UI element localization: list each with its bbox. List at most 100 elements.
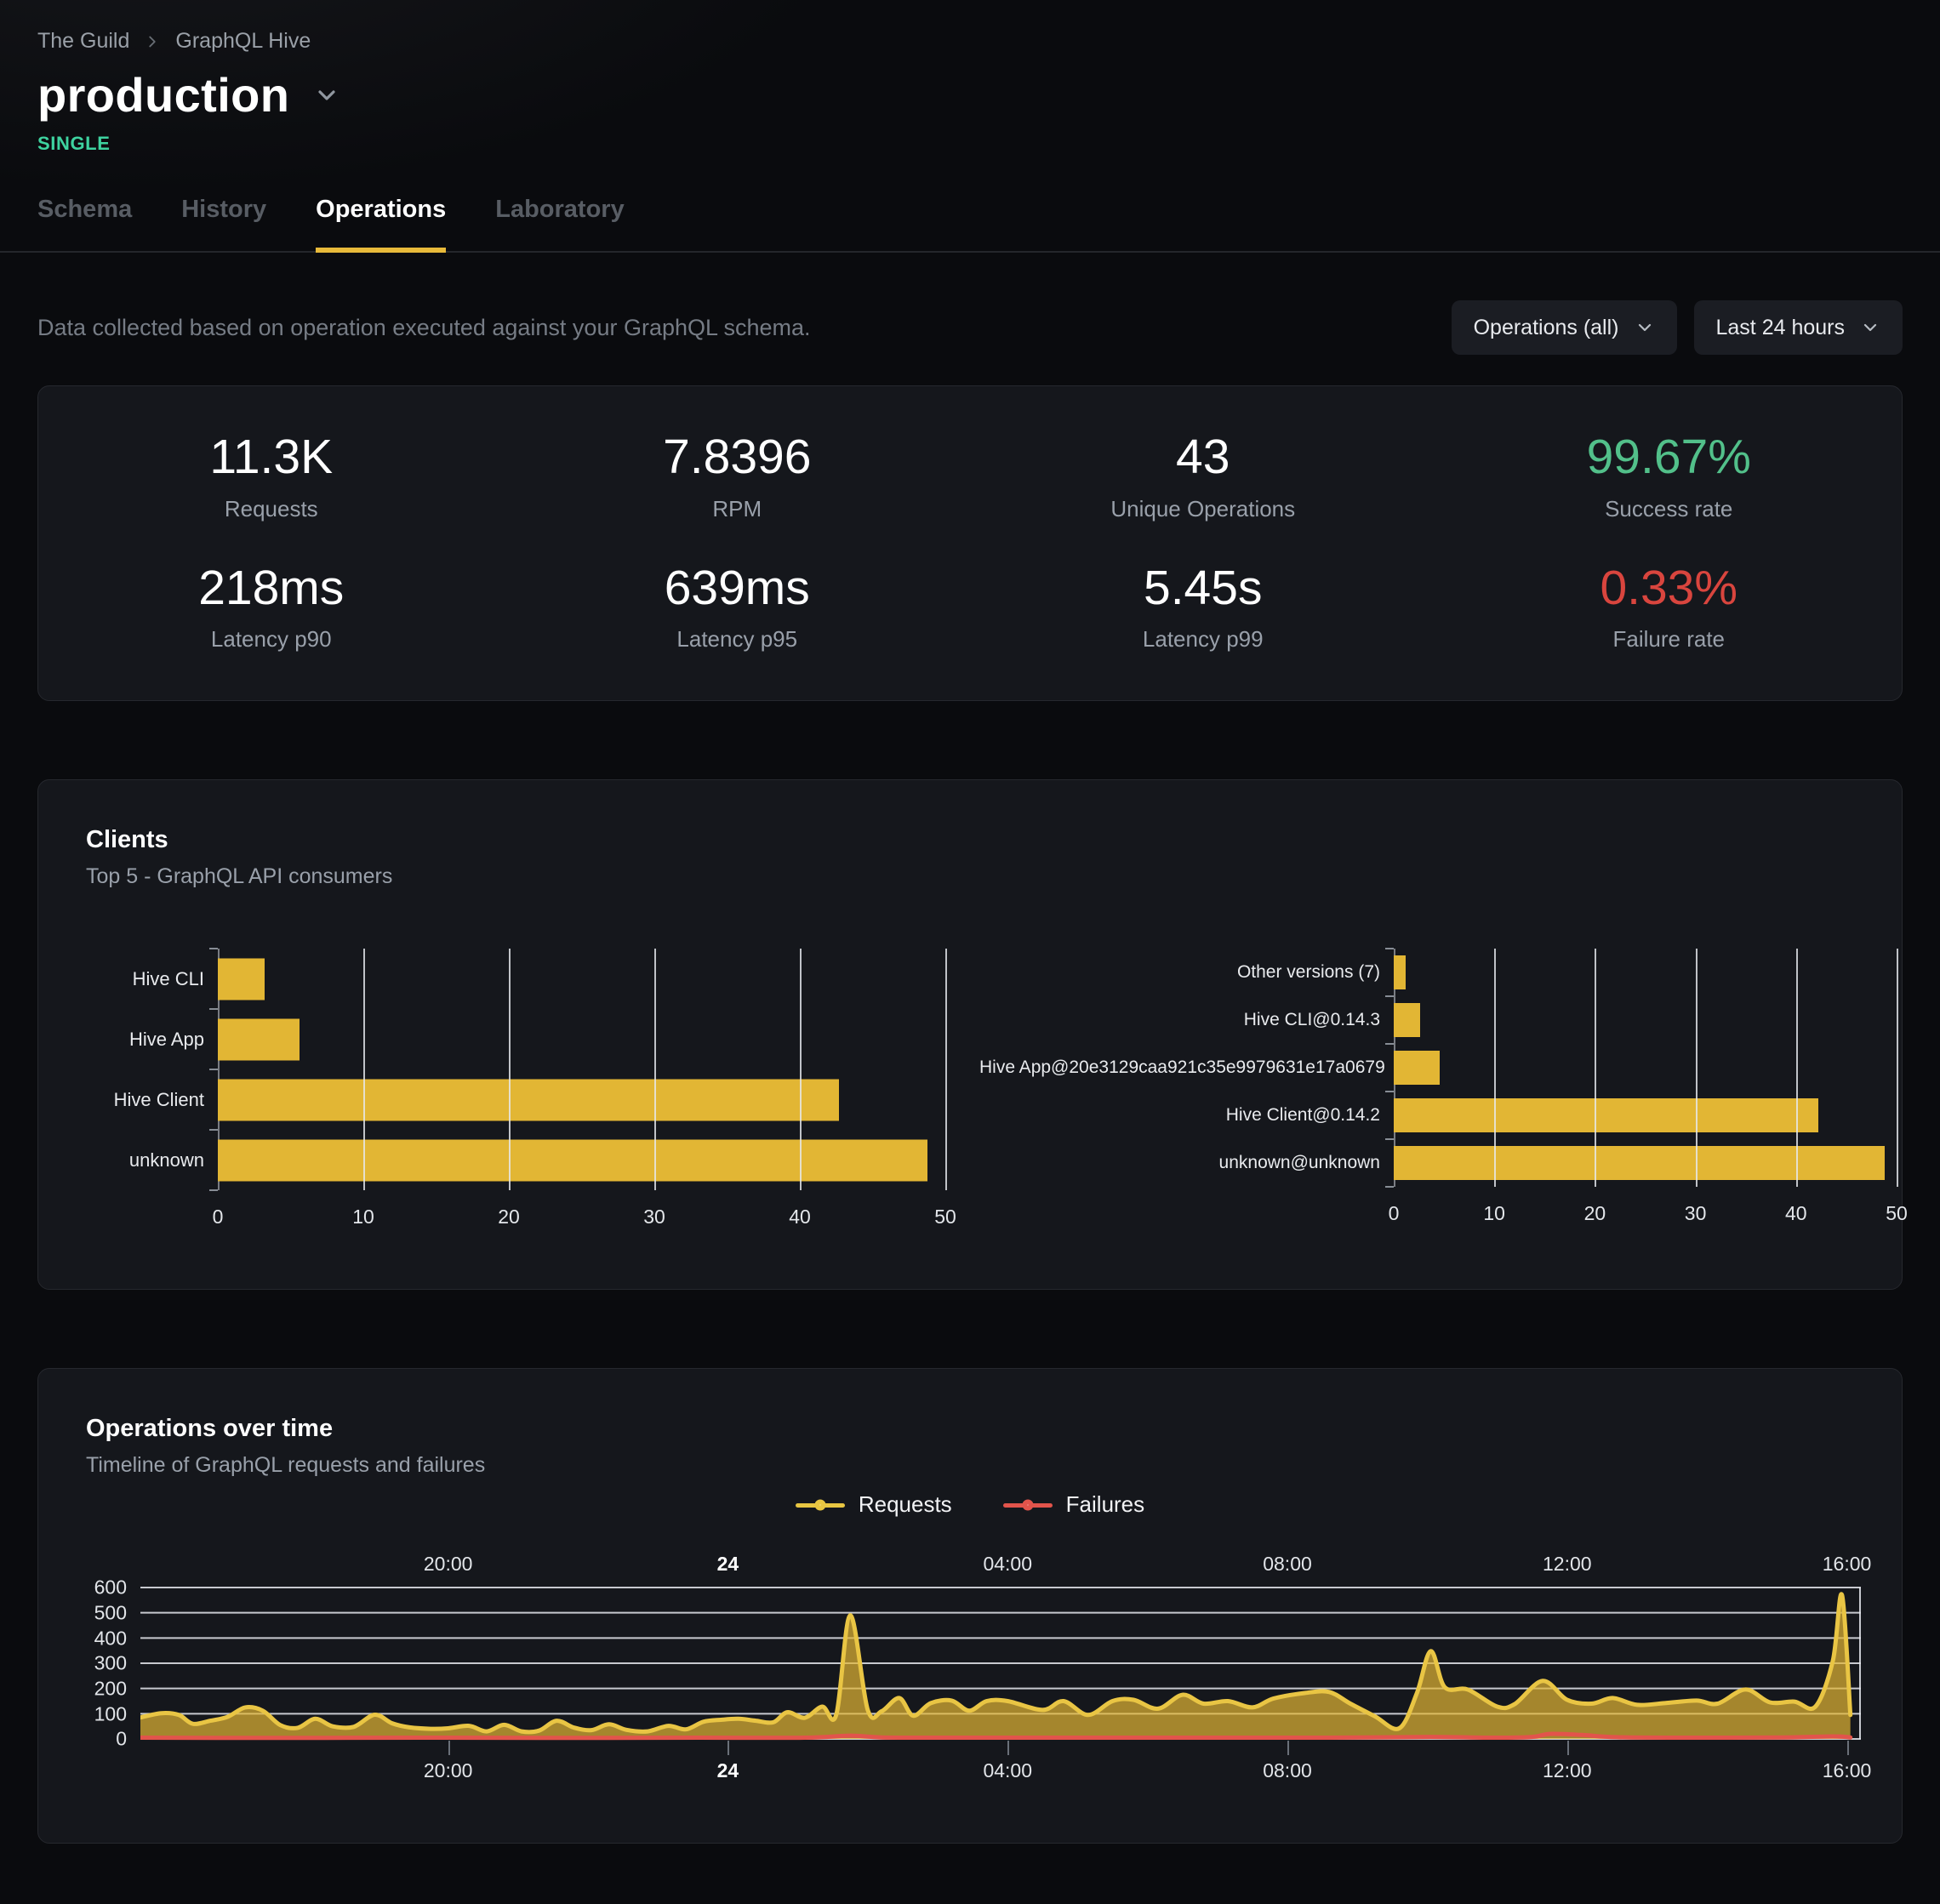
bar-x-tick-label: 20 [498, 1206, 520, 1228]
bar-x-tick-label: 0 [1389, 1202, 1400, 1225]
toolbar: Data collected based on operation execut… [37, 300, 1903, 355]
legend-marker [1003, 1493, 1053, 1517]
x-axis-tick [1007, 1741, 1009, 1755]
bar-track [218, 1069, 945, 1130]
bar[interactable] [218, 1079, 839, 1120]
time-range-filter-dropdown[interactable]: Last 24 hours [1694, 300, 1903, 355]
bar[interactable] [1394, 955, 1406, 989]
stat-value: 43 [970, 430, 1436, 484]
x-axis-bottom-labels: 20:002404:0008:0012:0016:00 [140, 1744, 1861, 1793]
filter-controls: Operations (all) Last 24 hours [1452, 300, 1903, 355]
x-axis-label: 20:00 [424, 1759, 473, 1782]
stat-value: 639ms [505, 562, 971, 615]
bar[interactable] [1394, 1098, 1818, 1132]
x-axis-tick [1847, 1741, 1849, 1755]
bar[interactable] [1394, 1146, 1885, 1180]
stat-latency-p90: 218ms Latency p90 [38, 562, 505, 653]
y-axis-labels: 0100200300400500600 [86, 1582, 140, 1744]
breadcrumb: The Guild GraphQL Hive [37, 29, 1903, 54]
chevron-down-icon [1635, 317, 1655, 338]
y-axis-label: 500 [94, 1602, 127, 1625]
stat-value: 99.67% [1436, 430, 1903, 484]
chevron-down-icon [1860, 317, 1880, 338]
bar-row: Hive App [86, 1009, 945, 1069]
clients-card: Clients Top 5 - GraphQL API consumers Hi… [37, 779, 1903, 1290]
bar[interactable] [218, 958, 265, 1000]
legend-dot [1022, 1499, 1033, 1510]
bar[interactable] [218, 1139, 927, 1181]
clients-title: Clients [86, 826, 1854, 854]
main-content: Data collected based on operation execut… [0, 300, 1940, 1878]
stat-success-rate: 99.67% Success rate [1436, 430, 1903, 522]
bar-row: Hive Client@0.14.2 [979, 1092, 1897, 1139]
x-axis-label: 24 [717, 1553, 739, 1576]
stat-unique-operations: 43 Unique Operations [970, 430, 1436, 522]
operations-title: Operations over time [86, 1415, 1854, 1443]
time-range-filter-value: Last 24 hours [1716, 316, 1846, 340]
target-type-badge: SINGLE [37, 133, 1903, 155]
breadcrumb-org[interactable]: The Guild [37, 29, 129, 54]
page-header: The Guild GraphQL Hive production SINGLE… [0, 0, 1940, 253]
collection-description: Data collected based on operation execut… [37, 315, 811, 341]
tab-laboratory[interactable]: Laboratory [495, 196, 624, 251]
bar-row: Hive App@20e3129caa921c35e9979631e17a067… [979, 1044, 1897, 1092]
legend-item-failures[interactable]: Failures [1003, 1491, 1144, 1518]
clients-by-name-chart[interactable]: Hive CLIHive AppHive Clientunknown010203… [86, 949, 945, 1240]
stat-failure-rate: 0.33% Failure rate [1436, 562, 1903, 653]
bar-track [1394, 996, 1897, 1044]
bar[interactable] [1394, 1051, 1440, 1085]
timeline-plot[interactable] [140, 1582, 1861, 1744]
stat-value: 218ms [38, 562, 505, 615]
bar-category-label: Hive Client@0.14.2 [979, 1105, 1394, 1126]
bar-row: Hive CLI [86, 949, 945, 1009]
stat-latency-p95: 639ms Latency p95 [505, 562, 971, 653]
tabs: Schema History Operations Laboratory [37, 196, 1903, 251]
bar-track [1394, 949, 1897, 996]
clients-by-version-chart[interactable]: Other versions (7)Hive CLI@0.14.3Hive Ap… [979, 949, 1897, 1240]
tab-schema[interactable]: Schema [37, 196, 132, 251]
stat-label: Failure rate [1436, 626, 1903, 653]
operations-over-time-card: Operations over time Timeline of GraphQL… [37, 1368, 1903, 1844]
bar-row: Hive CLI@0.14.3 [979, 996, 1897, 1044]
requests-area [140, 1594, 1851, 1739]
bar[interactable] [1394, 1003, 1420, 1037]
bar-track [218, 1130, 945, 1190]
bar-category-label: unknown [86, 1149, 218, 1171]
bar-x-tick-label: 30 [643, 1206, 665, 1228]
legend-item-requests[interactable]: Requests [796, 1491, 952, 1518]
chevron-down-icon [313, 82, 340, 109]
bar-category-label: Hive App [86, 1029, 218, 1051]
bar-x-tick-label: 40 [789, 1206, 811, 1228]
stat-value: 0.33% [1436, 562, 1903, 615]
operations-filter-dropdown[interactable]: Operations (all) [1452, 300, 1677, 355]
stat-value: 5.45s [970, 562, 1436, 615]
tab-bar: Schema History Operations Laboratory [0, 196, 1940, 253]
stat-label: Latency p90 [38, 626, 505, 653]
operations-timeline-chart[interactable]: 20:002404:0008:0012:0016:000100200300400… [86, 1543, 1861, 1793]
operations-subtitle: Timeline of GraphQL requests and failure… [86, 1453, 1854, 1478]
operations-filter-value: Operations (all) [1474, 316, 1619, 340]
bar-row: Hive Client [86, 1069, 945, 1130]
bar-category-label: Hive CLI [86, 968, 218, 990]
stat-label: Success rate [1436, 496, 1903, 522]
x-axis-label: 04:00 [983, 1553, 1032, 1576]
bar-x-tick-label: 10 [352, 1206, 374, 1228]
x-axis-top-labels: 20:002404:0008:0012:0016:00 [140, 1543, 1861, 1582]
stat-requests: 11.3KRequests [38, 430, 505, 522]
tab-operations[interactable]: Operations [316, 196, 446, 253]
stat-label: Requests [38, 496, 505, 522]
stat-label: Latency p95 [505, 626, 971, 653]
stat-label: Unique Operations [970, 496, 1436, 522]
target-selector[interactable]: production [37, 67, 1903, 123]
y-axis-label: 600 [94, 1576, 127, 1599]
stat-rpm: 7.8396RPM [505, 430, 971, 522]
bar-gridline [945, 949, 947, 1190]
breadcrumb-project[interactable]: GraphQL Hive [175, 29, 311, 54]
bar[interactable] [218, 1018, 300, 1060]
tab-history[interactable]: History [181, 196, 266, 251]
bar-row: unknown@unknown [979, 1139, 1897, 1187]
bar-row: unknown [86, 1130, 945, 1190]
x-axis-label: 16:00 [1823, 1553, 1872, 1576]
x-axis-label: 24 [717, 1759, 739, 1782]
legend-marker [796, 1493, 845, 1517]
